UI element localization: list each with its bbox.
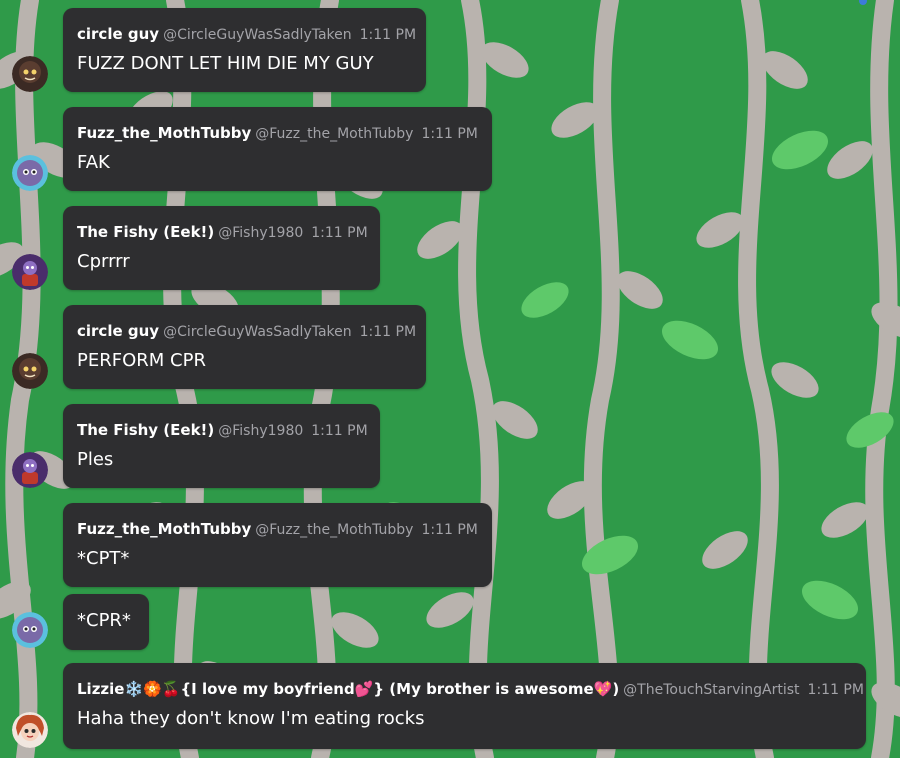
user-handle: @Fishy1980 [218, 225, 304, 241]
username[interactable]: circle guy [77, 322, 159, 340]
fishy-avatar[interactable] [12, 254, 48, 290]
timestamp: 1:11 PM [421, 126, 478, 142]
message-bubble[interactable]: The Fishy (Eek!) @Fishy1980 1:11 PM Cprrrr [63, 206, 380, 290]
message-text: FAK [77, 152, 110, 173]
message-header: Fuzz_the_MothTubby @Fuzz_the_MothTubby 1:1… [77, 123, 478, 144]
timestamp: 1:11 PM [807, 682, 864, 698]
message-header: circle guy @CircleGuyWasSadlyTaken 1:11 PM [77, 24, 416, 45]
message-bubble[interactable]: The Fishy (Eek!) @Fishy1980 1:11 PM Ples [63, 404, 380, 488]
user-handle: @CircleGuyWasSadlyTaken [163, 27, 352, 43]
message-bubble[interactable]: circle guy @CircleGuyWasSadlyTaken 1:11 PM… [63, 8, 426, 92]
timestamp: 1:11 PM [311, 423, 368, 439]
message-header: The Fishy (Eek!) @Fishy1980 1:11 PM [77, 420, 368, 441]
user-handle: @Fishy1980 [218, 423, 304, 439]
message-header: circle guy @CircleGuyWasSadlyTaken 1:11 PM [77, 321, 416, 342]
message-bubble[interactable]: *CPR* [63, 594, 149, 650]
message-text: PERFORM CPR [77, 350, 206, 371]
lizzie-avatar[interactable] [12, 712, 48, 748]
message-header: Lizzie❄️🏵️🍒{I love my boyfriend💕} (My br… [77, 679, 864, 700]
moth-tubby-avatar[interactable] [12, 155, 48, 191]
username[interactable]: Fuzz_the_MothTubby [77, 520, 251, 538]
message-text: *CPT* [77, 548, 130, 569]
timestamp: 1:11 PM [359, 27, 417, 43]
user-handle: @TheTouchStarvingArtist [623, 682, 800, 698]
message-header: Fuzz_the_MothTubby @Fuzz_the_MothTubby 1:1… [77, 519, 478, 540]
username[interactable]: The Fishy (Eek!) [77, 223, 214, 241]
message-text: *CPR* [77, 610, 131, 631]
circle-guy-avatar[interactable] [12, 353, 48, 389]
message-text: Ples [77, 449, 114, 470]
message-bubble[interactable]: Fuzz_the_MothTubby @Fuzz_the_MothTubby 1:1… [63, 107, 492, 191]
message-text: Haha they don't know I'm eating rocks [77, 708, 425, 729]
fishy-avatar[interactable] [12, 452, 48, 488]
user-handle: @Fuzz_the_MothTubby [255, 126, 414, 142]
message-bubble[interactable]: circle guy @CircleGuyWasSadlyTaken 1:11 PM… [63, 305, 426, 389]
message-header: The Fishy (Eek!) @Fishy1980 1:11 PM [77, 222, 368, 243]
message-text: FUZZ DONT LET HIM DIE MY GUY [77, 53, 374, 74]
message-text: Cprrrr [77, 251, 130, 272]
timestamp: 1:11 PM [421, 522, 478, 538]
user-handle: @Fuzz_the_MothTubby [255, 522, 414, 538]
message-bubble[interactable]: Fuzz_the_MothTubby @Fuzz_the_MothTubby 1:1… [63, 503, 492, 587]
username[interactable]: circle guy [77, 25, 159, 43]
username[interactable]: Fuzz_the_MothTubby [77, 124, 251, 142]
moth-tubby-avatar[interactable] [12, 612, 48, 648]
timestamp: 1:11 PM [359, 324, 417, 340]
timestamp: 1:11 PM [311, 225, 368, 241]
circle-guy-avatar[interactable] [12, 56, 48, 92]
message-bubble[interactable]: Lizzie❄️🏵️🍒{I love my boyfriend💕} (My br… [63, 663, 866, 749]
username[interactable]: The Fishy (Eek!) [77, 421, 214, 439]
user-handle: @CircleGuyWasSadlyTaken [163, 324, 352, 340]
username[interactable]: Lizzie❄️🏵️🍒{I love my boyfriend💕} (My br… [77, 680, 619, 698]
